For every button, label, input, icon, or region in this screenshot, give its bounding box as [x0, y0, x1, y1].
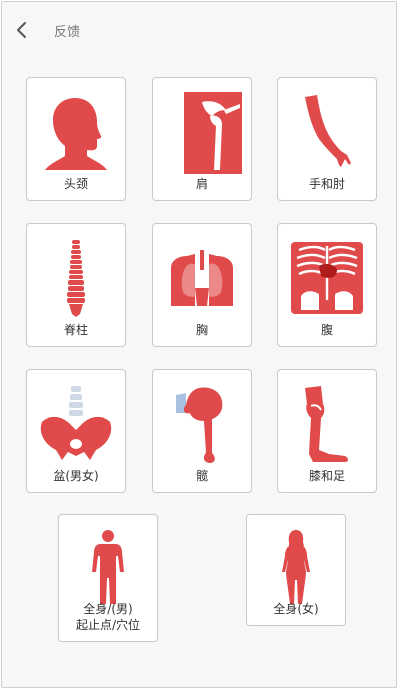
knee-foot-icon: [305, 386, 348, 462]
card-female-body[interactable]: 全身(女): [246, 514, 346, 626]
head-neck-icon: [45, 98, 107, 170]
chevron-left-icon: [17, 22, 26, 38]
female-body-icon: [282, 530, 310, 604]
card-head-neck[interactable]: 头颈: [26, 77, 126, 201]
hip-icon: [176, 387, 223, 463]
card-label: 头颈: [63, 177, 88, 191]
app-frame: 反馈 头颈 肩 手和肘 脊柱 胸 腹 盆(男女) 髋 膝和足 全身/(男) 起止…: [1, 1, 397, 688]
arm-icon: [305, 95, 351, 167]
page-title: 反馈: [54, 25, 81, 40]
pelvis-icon: [40, 386, 112, 460]
card-shoulder[interactable]: 肩: [152, 77, 252, 201]
card-label: 肩: [195, 177, 208, 191]
card-label: 脊柱: [63, 323, 88, 337]
card-knee-foot[interactable]: 膝和足: [277, 369, 377, 493]
card-label: 手和肘: [308, 177, 345, 191]
card-label: 全身(女): [273, 602, 319, 616]
card-chest[interactable]: 胸: [152, 223, 252, 347]
card-label: 全身/(男) 起止点/穴位: [75, 602, 141, 632]
chest-icon: [171, 250, 233, 306]
card-label: 腹: [320, 323, 333, 337]
card-label: 膝和足: [308, 469, 345, 483]
card-pelvis[interactable]: 盆(男女): [26, 369, 126, 493]
abdomen-icon: [291, 242, 363, 314]
male-body-icon: [92, 530, 124, 604]
card-abdomen[interactable]: 腹: [277, 223, 377, 347]
card-male-body[interactable]: 全身/(男) 起止点/穴位: [58, 514, 158, 642]
card-hip[interactable]: 髋: [152, 369, 252, 493]
back-button[interactable]: [10, 16, 34, 44]
shoulder-icon: [184, 92, 242, 174]
card-spine[interactable]: 脊柱: [26, 223, 126, 347]
card-label: 盆(男女): [53, 469, 99, 483]
spine-icon: [67, 240, 85, 317]
card-arm[interactable]: 手和肘: [277, 77, 377, 201]
card-label: 胸: [195, 323, 208, 337]
top-bar: 反馈: [2, 2, 396, 58]
card-label: 髋: [195, 469, 208, 483]
